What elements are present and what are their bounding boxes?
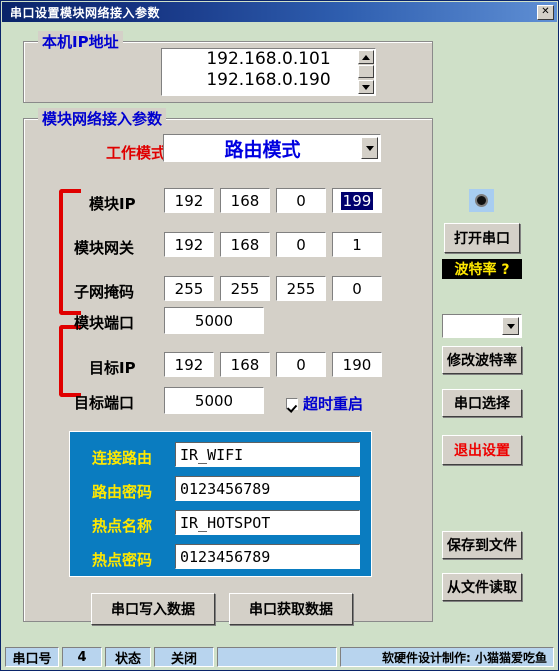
local-ip-group-legend: 本机IP地址 [38,31,123,52]
router-ssid-label: 连接路由 [92,449,153,467]
module-gateway-octet-2[interactable]: 168 [220,232,270,257]
timeout-restart-checkbox[interactable]: 超时重启 [286,393,363,414]
baud-rate-status-label: 波特率 ? [442,259,522,279]
target-ip-octet-4[interactable]: 190 [332,352,382,377]
open-serial-port-button[interactable]: 打开串口 [444,223,520,253]
listbox-scrollbar[interactable] [358,50,374,94]
serial-write-button[interactable]: 串口写入数据 [91,593,215,625]
timeout-restart-label: 超时重启 [303,395,364,413]
connection-led-indicator [469,189,494,212]
subnet-mask-octet-3[interactable]: 255 [276,276,326,301]
local-ip-listbox[interactable]: 192.168.0.101 192.168.0.190 [161,48,376,96]
select-serial-port-button[interactable]: 串口选择 [442,389,522,417]
work-mode-value: 路由模式 [224,138,301,161]
module-gateway-octet-1[interactable]: 192 [164,232,214,257]
target-ip-octet-2[interactable]: 168 [220,352,270,377]
subnet-mask-octet-4[interactable]: 0 [332,276,382,301]
scroll-up-icon[interactable] [358,50,374,64]
status-port-value: 4 [62,647,102,667]
subnet-mask-octet-2[interactable]: 255 [220,276,270,301]
checkbox-icon[interactable] [286,397,298,410]
module-network-group-legend: 模块网络接入参数 [38,108,167,129]
target-ip-octet-3[interactable]: 0 [276,352,326,377]
router-password-input[interactable]: 0123456789 [175,476,360,501]
module-gateway-octet-3[interactable]: 0 [276,232,326,257]
target-params-bracket [59,325,81,397]
list-item[interactable]: 192.168.0.101 [162,49,375,70]
module-gateway-label: 模块网关 [74,239,135,257]
hotspot-name-input[interactable]: IR_HOTSPOT [175,510,360,535]
baud-rate-combo[interactable] [442,314,522,338]
serial-read-button[interactable]: 串口获取数据 [229,593,353,625]
status-port-label: 串口号 [5,647,59,667]
load-from-file-button[interactable]: 从文件读取 [442,573,522,601]
module-ip-octet-2[interactable]: 168 [220,188,270,213]
module-port-input[interactable]: 5000 [164,307,264,334]
save-to-file-button[interactable]: 保存到文件 [442,531,522,559]
scrollbar-thumb[interactable] [358,65,374,78]
module-gateway-octet-4[interactable]: 1 [332,232,382,257]
window-titlebar: 串口设置模块网络接入参数 ✕ [2,2,557,22]
led-icon [475,194,488,207]
target-ip-octet-1[interactable]: 192 [164,352,214,377]
hotspot-name-label: 热点名称 [92,517,153,535]
subnet-mask-label: 子网掩码 [74,283,135,301]
router-ssid-input[interactable]: IR_WIFI [175,442,360,467]
module-port-label: 模块端口 [74,314,135,332]
subnet-mask-octet-1[interactable]: 255 [164,276,214,301]
target-ip-label: 目标IP [89,359,136,377]
exit-settings-button[interactable]: 退出设置 [442,435,522,465]
window-title: 串口设置模块网络接入参数 [10,5,161,20]
hotspot-password-label: 热点密码 [92,551,153,569]
hotspot-password-input[interactable]: 0123456789 [175,544,360,569]
module-ip-label: 模块IP [89,195,136,213]
work-mode-combo[interactable]: 路由模式 [163,134,381,162]
module-ip-octet-4-value: 199 [340,191,374,210]
chevron-down-icon[interactable] [502,317,519,335]
status-blank-cell [217,647,337,667]
work-mode-label: 工作模式 [106,144,167,162]
app-window: 串口设置模块网络接入参数 ✕ 本机IP地址 192.168.0.101 192.… [0,0,559,671]
close-icon[interactable]: ✕ [537,4,554,20]
target-port-label: 目标端口 [74,394,135,412]
module-ip-octet-1[interactable]: 192 [164,188,214,213]
status-credit: 软硬件设计制作: 小猫猫爱吃鱼 [340,647,554,667]
module-ip-octet-3[interactable]: 0 [276,188,326,213]
target-port-input[interactable]: 5000 [164,387,264,414]
module-ip-octet-4[interactable]: 199 [332,188,382,213]
status-state-value: 关闭 [154,647,214,667]
scroll-down-icon[interactable] [358,80,374,94]
status-bar: 串口号 4 状态 关闭 软硬件设计制作: 小猫猫爱吃鱼 [2,645,557,669]
change-baud-rate-button[interactable]: 修改波特率 [442,346,522,374]
router-password-label: 路由密码 [92,483,153,501]
wifi-settings-panel: 连接路由 IR_WIFI 路由密码 0123456789 热点名称 IR_HOT… [69,431,372,577]
list-item[interactable]: 192.168.0.190 [162,70,375,91]
status-state-label: 状态 [105,647,151,667]
chevron-down-icon[interactable] [361,137,378,159]
